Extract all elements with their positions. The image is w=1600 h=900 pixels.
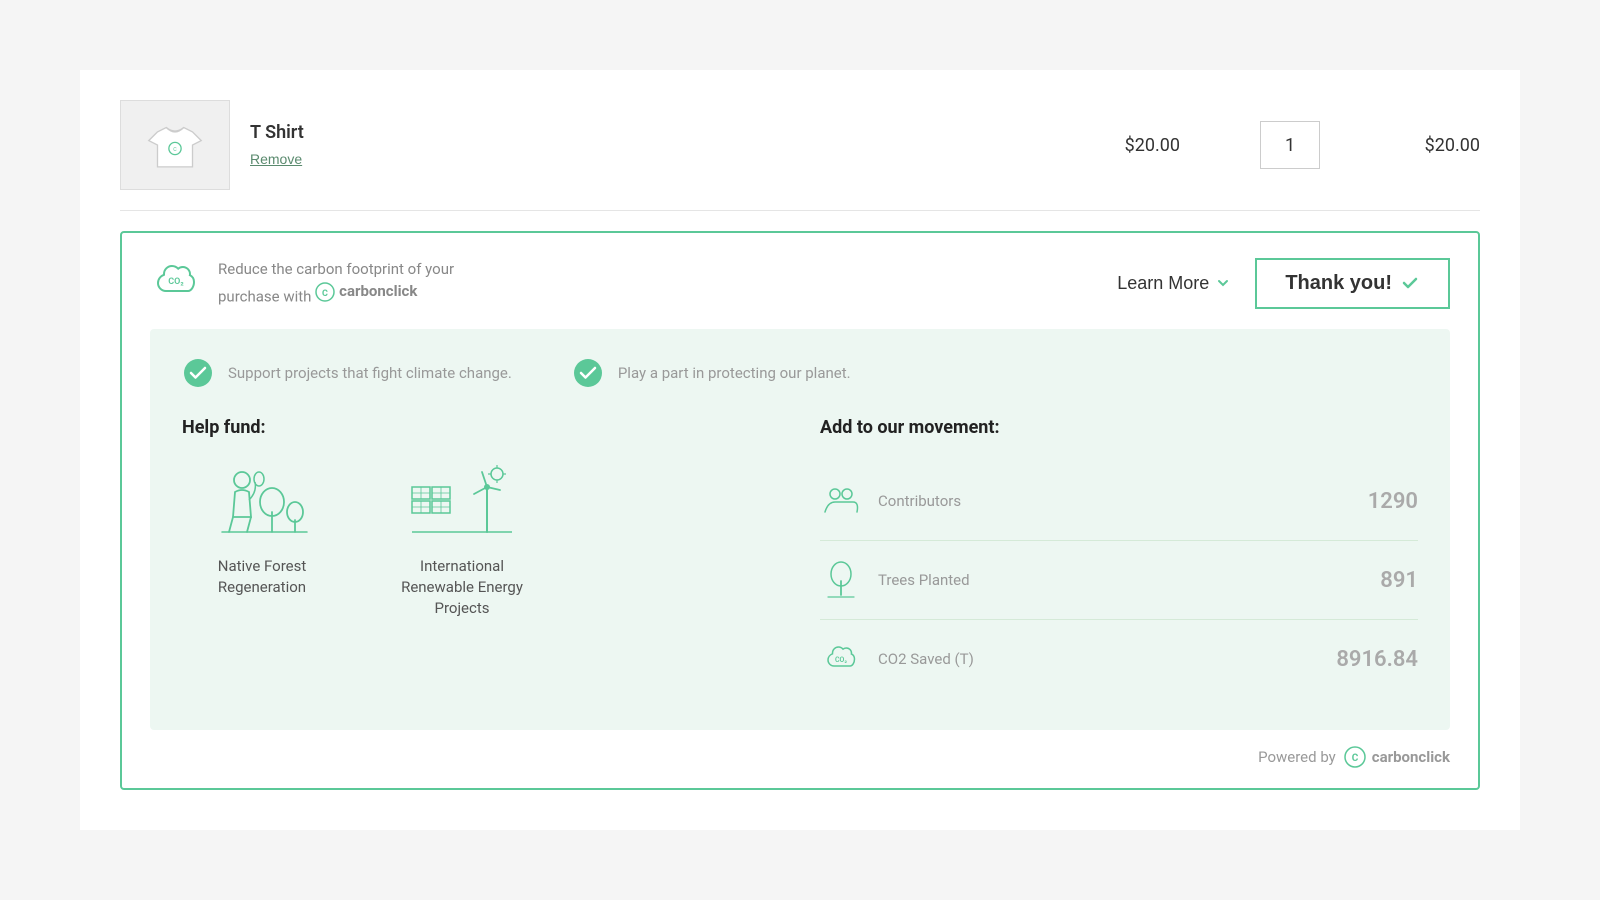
carbonclick-logo-icon: C [315, 282, 335, 302]
project-1-label: Native Forest Regeneration [182, 556, 342, 598]
svg-text:C: C [1351, 753, 1358, 764]
tshirt-image: C [140, 110, 210, 180]
trees-label: Trees Planted [878, 571, 1380, 589]
stats-list: Contributors 1290 Trees Planted 891 [820, 462, 1418, 698]
co2-label: CO2 Saved (T) [878, 650, 1336, 668]
stat-co2: CO₂ CO2 Saved (T) 8916.84 [820, 620, 1418, 698]
help-fund-section: Help fund: [182, 417, 780, 698]
page-container: C T Shirt Remove $20.00 1 $20.00 CO₂ Red… [80, 70, 1520, 830]
movement-section: Add to our movement: Contributors 1290 [820, 417, 1418, 698]
checkpoints: Support projects that fight climate chan… [182, 357, 1418, 389]
chevron-down-icon [1215, 275, 1231, 291]
product-name: T Shirt [250, 122, 1125, 143]
co2-value: 8916.84 [1336, 647, 1418, 672]
checkpoint-1: Support projects that fight climate chan… [182, 357, 512, 389]
stat-trees: Trees Planted 891 [820, 541, 1418, 620]
product-image: C [120, 100, 230, 190]
svg-text:C: C [322, 289, 328, 299]
widget-content: Support projects that fight climate chan… [150, 329, 1450, 730]
stat-contributors: Contributors 1290 [820, 462, 1418, 541]
project-2: International Renewable Energy Projects [382, 462, 542, 619]
learn-more-button[interactable]: Learn More [1117, 273, 1231, 294]
movement-title: Add to our movement: [820, 417, 1418, 438]
widget-header: CO₂ Reduce the carbon footprint of your … [150, 257, 1450, 309]
product-info: T Shirt Remove [250, 122, 1125, 168]
product-price: $20.00 [1125, 135, 1180, 156]
check-circle-1-icon [182, 357, 214, 389]
product-total: $20.00 [1400, 135, 1480, 156]
checkmark-icon [1400, 273, 1420, 293]
trees-value: 891 [1380, 568, 1418, 593]
thank-you-button[interactable]: Thank you! [1255, 258, 1450, 309]
co2-cloud-icon: CO₂ [150, 257, 202, 309]
header-actions: Learn More Thank you! [1117, 258, 1450, 309]
project-2-label: International Renewable Energy Projects [382, 556, 542, 619]
trees-icon [820, 559, 862, 601]
help-fund-title: Help fund: [182, 417, 780, 438]
footer-carbonclick-logo: C carbonclick [1344, 746, 1450, 768]
co2-saved-icon: CO₂ [820, 638, 862, 680]
carbonclick-logo: C carbonclick [315, 280, 417, 303]
projects-list: Native Forest Regeneration [182, 462, 780, 619]
svg-text:CO₂: CO₂ [835, 656, 847, 664]
forest-regeneration-icon [207, 462, 317, 542]
contributors-label: Contributors [878, 492, 1368, 510]
svg-text:C: C [173, 147, 177, 153]
remove-button[interactable]: Remove [250, 151, 302, 167]
contributors-icon [820, 480, 862, 522]
checkpoint-2: Play a part in protecting our planet. [572, 357, 851, 389]
product-row: C T Shirt Remove $20.00 1 $20.00 [120, 90, 1480, 211]
product-quantity[interactable]: 1 [1260, 121, 1320, 169]
two-column-layout: Help fund: [182, 417, 1418, 698]
renewable-energy-icon [407, 462, 517, 542]
svg-text:CO₂: CO₂ [168, 277, 184, 287]
project-1: Native Forest Regeneration [182, 462, 342, 619]
footer-logo-icon: C [1344, 746, 1366, 768]
widget-footer: Powered by C carbonclick [150, 746, 1450, 768]
check-circle-2-icon [572, 357, 604, 389]
carbonclick-widget: CO₂ Reduce the carbon footprint of your … [120, 231, 1480, 790]
contributors-value: 1290 [1368, 489, 1418, 514]
header-text: Reduce the carbon footprint of your purc… [218, 258, 454, 308]
